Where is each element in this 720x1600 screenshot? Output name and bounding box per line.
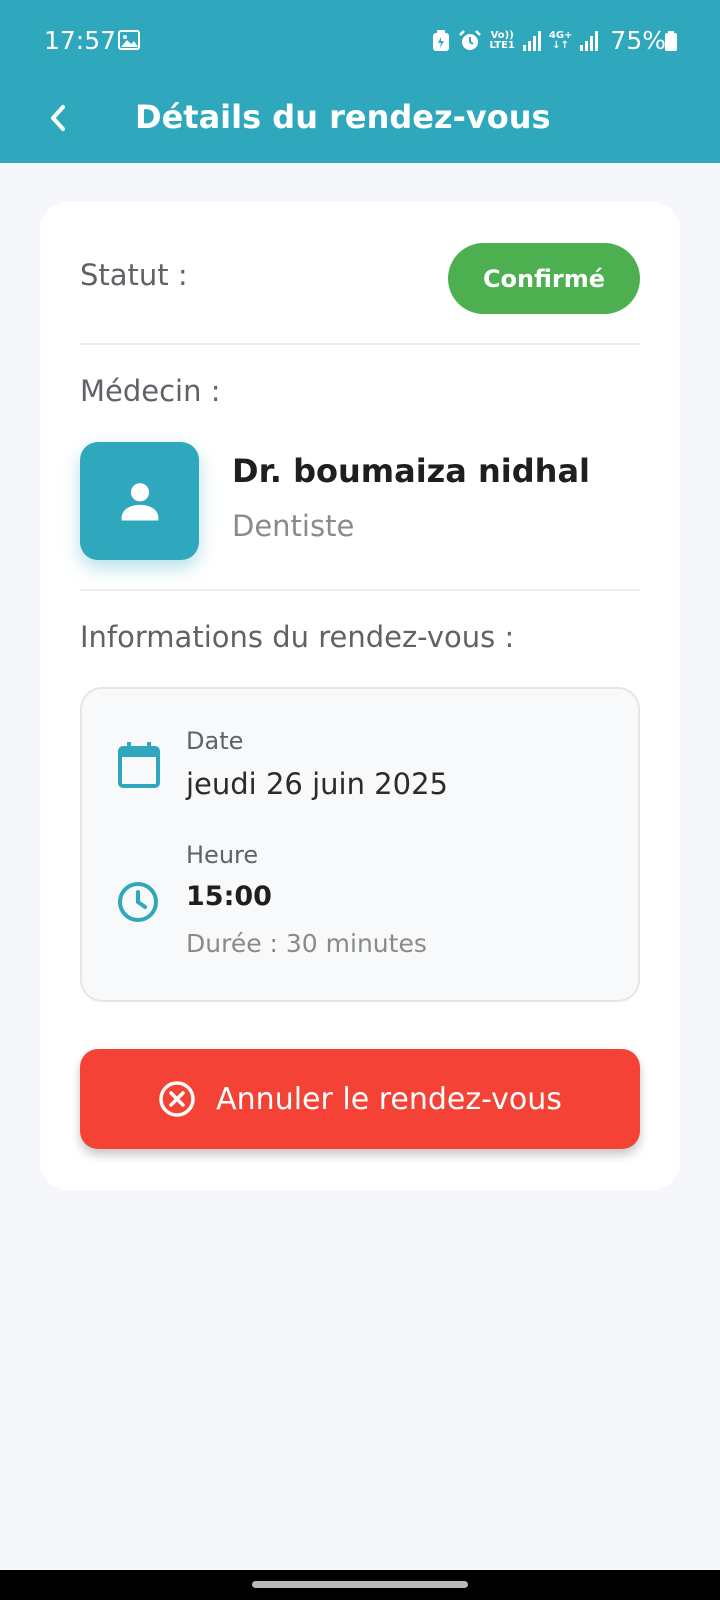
status-icons: Vo)) LTE1 4G+ ↓↑ 75% [432,26,666,55]
time-value: 15:00 [186,881,272,912]
alarm-icon [458,29,481,50]
time-label: Heure [186,841,259,869]
home-gesture-handle[interactable] [252,1581,468,1588]
appointment-info-label: Informations du rendez-vous : [80,620,515,654]
doctor-label: Médecin : [80,374,221,408]
doctor-specialty: Dentiste [232,509,355,543]
calendar-icon [118,742,160,788]
doctor-avatar [80,442,199,560]
system-nav-bar [0,1570,720,1600]
status-label: Statut : [80,258,188,292]
duration-text: Durée : 30 minutes [186,929,427,958]
divider [80,589,640,591]
gallery-icon [118,30,140,50]
cancel-appointment-button[interactable]: Annuler le rendez-vous [80,1049,640,1149]
volte-indicator: Vo)) LTE1 [489,29,515,51]
chevron-left-icon [51,105,65,131]
status-bar: 17:57 Vo)) LTE1 4G+ ↓↑ 75% [0,0,720,82]
back-button[interactable] [36,96,80,140]
signal-icon-2 [580,30,599,51]
page-title: Détails du rendez-vous [135,98,551,136]
date-value: jeudi 26 juin 2025 [186,767,448,801]
battery-percent: 75% [610,26,666,55]
clock-icon [118,882,158,922]
cancel-appointment-label: Annuler le rendez-vous [216,1081,562,1117]
date-label: Date [186,727,244,755]
doctor-name: Dr. boumaiza nidhal [232,452,591,490]
signal-icon [522,30,541,51]
appointment-info-box: Date jeudi 26 juin 2025 Heure 15:00 Duré… [80,687,640,1002]
appointment-card: Statut : Confirmé Médecin : Dr. boumaiza… [40,202,680,1190]
app-bar: Détails du rendez-vous [0,82,720,163]
data-saver-icon [432,29,449,51]
person-icon [121,483,158,521]
battery-icon [665,31,677,51]
status-badge: Confirmé [448,243,640,314]
cancel-circle-icon [159,1081,195,1117]
network-type-indicator: 4G+ ↓↑ [548,29,573,51]
divider [80,343,640,345]
status-time: 17:57 [44,26,117,55]
